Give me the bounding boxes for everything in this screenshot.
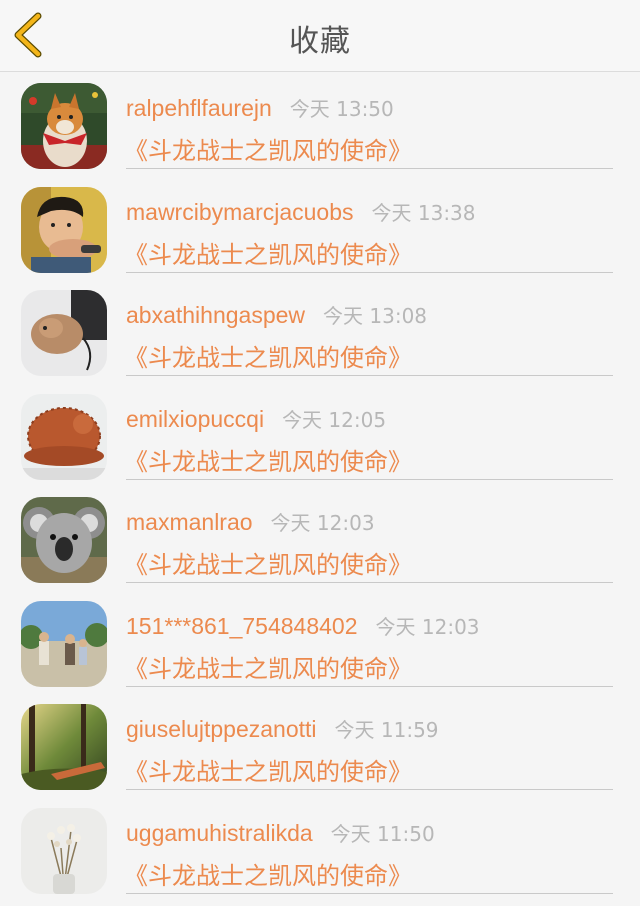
avatar[interactable] xyxy=(21,393,107,480)
avatar[interactable] xyxy=(21,186,107,273)
divider xyxy=(126,271,613,273)
timestamp: 今天 13:38 xyxy=(371,200,476,225)
book-title[interactable]: 《斗龙战士之凯风的使命》 xyxy=(124,235,412,270)
item-meta: maxmanlrao 今天 12:03 xyxy=(126,507,375,536)
item-meta: mawrcibymarcjacuobs 今天 13:38 xyxy=(126,197,476,226)
book-title[interactable]: 《斗龙战士之凯风的使命》 xyxy=(124,649,412,684)
avatar[interactable] xyxy=(21,83,107,169)
divider xyxy=(126,685,613,687)
item-meta: uggamuhistralikda 今天 11:50 xyxy=(126,818,435,847)
favorites-list: ralpehflfaurejn 今天 13:50 《斗龙战士之凯风的使命》 ma… xyxy=(0,73,640,901)
divider xyxy=(126,478,613,480)
divider xyxy=(126,168,613,169)
list-item[interactable]: uggamuhistralikda 今天 11:50 《斗龙战士之凯风的使命》 xyxy=(0,798,640,902)
item-meta: 151***861_754848402 今天 12:03 xyxy=(126,611,480,640)
book-title[interactable]: 《斗龙战士之凯风的使命》 xyxy=(124,545,412,580)
list-item[interactable]: abxathihngaspew 今天 13:08 《斗龙战士之凯风的使命》 xyxy=(0,280,640,384)
timestamp: 今天 13:50 xyxy=(289,97,394,121)
book-title[interactable]: 《斗龙战士之凯风的使命》 xyxy=(124,442,412,477)
item-meta: giuselujtppezanotti 今天 11:59 xyxy=(126,714,439,743)
avatar[interactable] xyxy=(21,290,107,376)
timestamp: 今天 12:03 xyxy=(270,511,375,535)
username[interactable]: emilxiopuccqi xyxy=(126,406,264,433)
book-title[interactable]: 《斗龙战士之凯风的使命》 xyxy=(124,338,412,373)
avatar[interactable] xyxy=(21,704,107,790)
list-item[interactable]: emilxiopuccqi 今天 12:05 《斗龙战士之凯风的使命》 xyxy=(0,384,640,488)
timestamp: 今天 13:08 xyxy=(323,304,428,328)
divider xyxy=(126,892,613,894)
username[interactable]: 151***861_754848402 xyxy=(126,613,358,640)
book-title[interactable]: 《斗龙战士之凯风的使命》 xyxy=(124,131,412,166)
username[interactable]: abxathihngaspew xyxy=(126,302,305,329)
list-item[interactable]: mawrcibymarcjacuobs 今天 13:38 《斗龙战士之凯风的使命… xyxy=(0,177,640,281)
item-meta: abxathihngaspew 今天 13:08 xyxy=(126,300,427,329)
username[interactable]: ralpehflfaurejn xyxy=(126,95,272,122)
username[interactable]: uggamuhistralikda xyxy=(126,820,313,847)
book-title[interactable]: 《斗龙战士之凯风的使命》 xyxy=(124,752,412,787)
divider xyxy=(126,375,613,376)
avatar[interactable] xyxy=(21,807,107,894)
list-item[interactable]: maxmanlrao 今天 12:03 《斗龙战士之凯风的使命》 xyxy=(0,487,640,591)
avatar[interactable] xyxy=(21,497,107,583)
timestamp: 今天 12:03 xyxy=(375,614,480,639)
divider xyxy=(126,582,613,583)
item-meta: emilxiopuccqi 今天 12:05 xyxy=(126,404,386,433)
page-title: 收藏 xyxy=(289,24,351,59)
avatar[interactable] xyxy=(21,600,107,687)
item-meta: ralpehflfaurejn 今天 13:50 xyxy=(126,93,394,122)
list-item[interactable]: giuselujtppezanotti 今天 11:59 《斗龙战士之凯风的使命… xyxy=(0,694,640,798)
list-item[interactable]: ralpehflfaurejn 今天 13:50 《斗龙战士之凯风的使命》 xyxy=(0,73,640,177)
timestamp: 今天 12:05 xyxy=(282,407,387,432)
username[interactable]: giuselujtppezanotti xyxy=(126,716,317,743)
timestamp: 今天 11:50 xyxy=(330,821,435,846)
username[interactable]: maxmanlrao xyxy=(126,509,253,536)
username[interactable]: mawrcibymarcjacuobs xyxy=(126,199,354,226)
book-title[interactable]: 《斗龙战士之凯风的使命》 xyxy=(124,856,412,891)
timestamp: 今天 11:59 xyxy=(334,718,439,742)
divider xyxy=(126,789,613,790)
list-item[interactable]: 151***861_754848402 今天 12:03 《斗龙战士之凯风的使命… xyxy=(0,591,640,695)
nav-bar: 收藏 xyxy=(0,0,640,72)
